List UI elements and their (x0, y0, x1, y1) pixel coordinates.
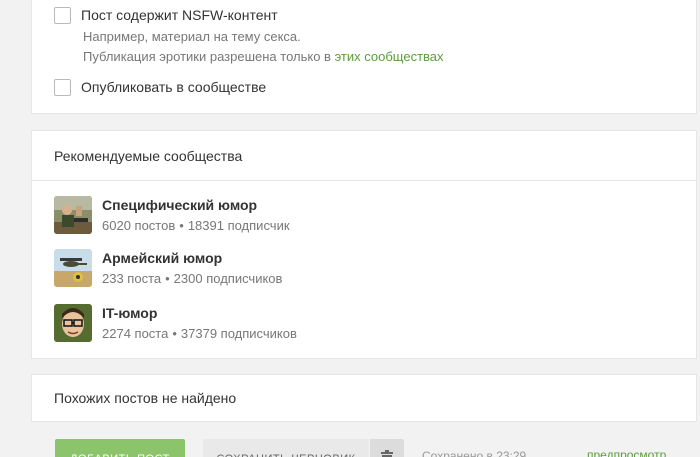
nsfw-label: Пост содержит NSFW-контент (81, 7, 278, 23)
stats-separator: • (179, 218, 184, 233)
community-subscribers-count: 2300 подписчиков (173, 271, 283, 286)
add-post-button[interactable]: ДОБАВИТЬ ПОСТ (55, 439, 185, 457)
nsfw-hint-example: Например, материал на тему секса. (83, 29, 301, 44)
stats-separator: • (172, 326, 177, 341)
nsfw-option[interactable]: Пост содержит NSFW-контент (54, 7, 278, 24)
community-stats: 233 поста • 2300 подписчиков (102, 271, 282, 287)
publish-in-community-option[interactable]: Опубликовать в сообществе (54, 79, 266, 96)
similar-posts-message: Похожих постов не найдено (54, 390, 237, 406)
delete-draft-button[interactable] (370, 439, 404, 457)
community-item[interactable]: Специфический юмор 6020 постов • 18391 под… (54, 196, 290, 234)
stats-separator: • (165, 271, 170, 286)
community-subscribers-count: 18391 подписчик (187, 218, 290, 233)
saved-status: Сохранено в 23:29 (422, 449, 527, 457)
community-stats: 2274 поста • 37379 подписчиков (102, 326, 297, 342)
nsfw-communities-link[interactable]: этих сообществах (335, 49, 444, 64)
post-toolbar: ДОБАВИТЬ ПОСТ СОХРАНИТЬ ЧЕРНОВИК Сохране… (0, 439, 700, 457)
community-posts-count: 233 поста (102, 271, 162, 286)
specific-humor-avatar[interactable] (54, 196, 92, 234)
community-name[interactable]: Армейский юмор (102, 249, 282, 267)
post-options-card: Пост содержит NSFW-контент Например, мат… (31, 0, 697, 114)
recommended-communities-card: Рекомендуемые сообщества Специфический ю… (31, 130, 697, 359)
community-posts-count: 2274 поста (102, 326, 169, 341)
nsfw-checkbox[interactable] (54, 7, 71, 24)
publish-in-community-label: Опубликовать в сообществе (81, 79, 267, 95)
community-name[interactable]: IT-юмор (102, 304, 297, 322)
army-humor-avatar[interactable] (54, 249, 92, 287)
preview-link[interactable]: предпросмотр (587, 448, 666, 457)
community-stats: 6020 постов • 18391 подписчик (102, 218, 290, 234)
similar-posts-card: Похожих постов не найдено (31, 374, 697, 422)
community-item[interactable]: Армейский юмор 233 поста • 2300 подписчико… (54, 249, 282, 287)
save-draft-button[interactable]: СОХРАНИТЬ ЧЕРНОВИК (203, 439, 369, 457)
community-posts-count: 6020 постов (102, 218, 176, 233)
trash-icon (381, 450, 393, 457)
it-humor-avatar[interactable] (54, 304, 92, 342)
publish-in-community-checkbox[interactable] (54, 79, 71, 96)
recommended-communities-title: Рекомендуемые сообщества (32, 131, 696, 181)
community-subscribers-count: 37379 подписчиков (180, 326, 297, 341)
community-name[interactable]: Специфический юмор (102, 196, 290, 214)
nsfw-hint-restriction-text: Публикация эротики разрешена только в (83, 49, 335, 64)
community-item[interactable]: IT-юмор 2274 поста • 37379 подписчиков (54, 304, 297, 342)
nsfw-hint-restriction: Публикация эротики разрешена только в эт… (83, 49, 444, 65)
